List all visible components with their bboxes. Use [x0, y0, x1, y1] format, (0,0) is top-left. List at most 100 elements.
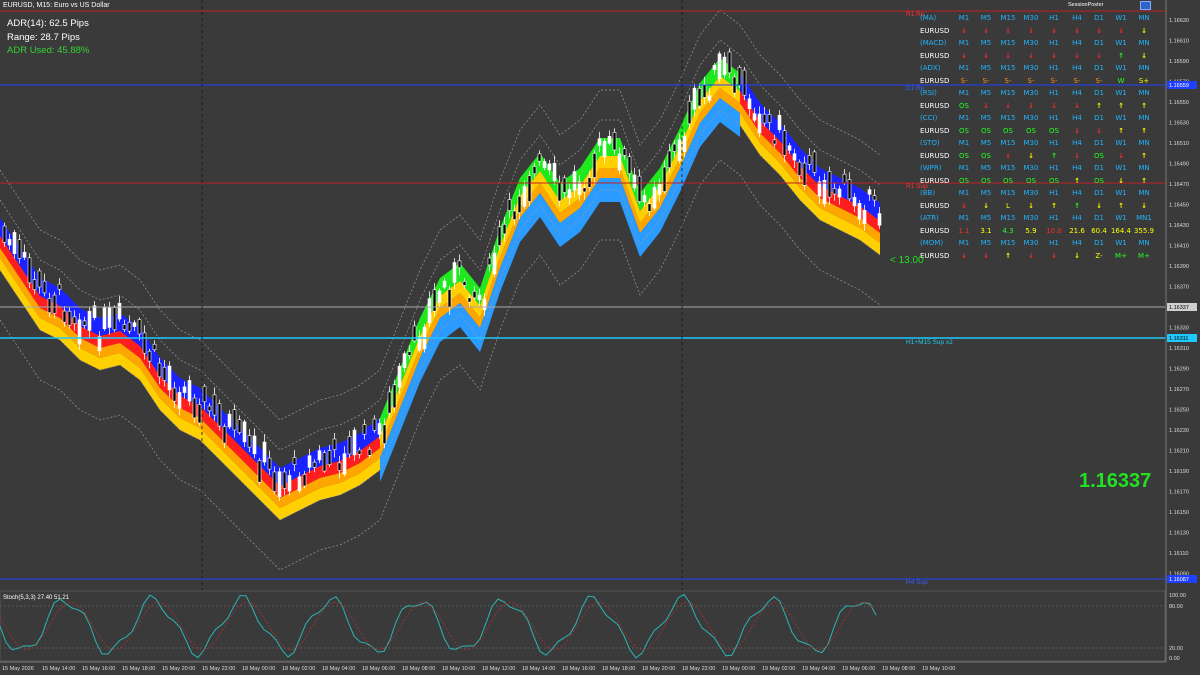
- candle-body: [632, 174, 637, 189]
- candle-body: [197, 404, 202, 424]
- candle-body: [297, 476, 302, 491]
- up-arrow-icon: ↑: [1141, 151, 1147, 160]
- candle-body: [352, 429, 357, 456]
- time-tick: 18 May 04:00: [322, 666, 355, 672]
- candle-body: [77, 319, 82, 345]
- candle-body: [637, 175, 642, 202]
- candle-body: [577, 181, 582, 195]
- candle-body: [532, 166, 537, 175]
- dashboard-value: M+: [1138, 251, 1150, 260]
- price-tick: 1.16510: [1169, 141, 1189, 147]
- candle-body: [167, 365, 172, 391]
- time-tick: 18 May 10:00: [442, 666, 475, 672]
- time-tick: 18 May 06:00: [362, 666, 395, 672]
- candle-body: [227, 413, 232, 428]
- adr-used: ADR Used: 45.88%: [7, 45, 90, 56]
- candle-body: [12, 232, 17, 254]
- adr-value: ADR(14): 62.5 Pips: [7, 18, 89, 29]
- time-tick: 18 May 22:00: [682, 666, 715, 672]
- candle-body: [567, 189, 572, 199]
- candle-body: [737, 67, 742, 86]
- candle-body: [657, 184, 662, 195]
- candle-body: [17, 239, 22, 259]
- candle-body: [472, 290, 477, 299]
- osc-tick: 100.00: [1169, 593, 1186, 599]
- candle-body: [717, 53, 722, 80]
- candle-body: [752, 113, 757, 121]
- time-tick: 19 May 10:00: [922, 666, 955, 672]
- time-tick: 18 May 20:00: [642, 666, 675, 672]
- candle-body: [377, 423, 382, 435]
- time-tick: 19 May 00:00: [722, 666, 755, 672]
- candle-body: [27, 257, 32, 284]
- candle-body: [777, 114, 782, 131]
- candle-body: [817, 181, 822, 197]
- candle-body: [242, 421, 247, 443]
- price-tick: 1.16590: [1169, 59, 1189, 65]
- session-poster-button[interactable]: [1140, 1, 1151, 10]
- dashboard-timeframe-mn: MN: [1138, 189, 1150, 197]
- candle-body: [402, 353, 407, 368]
- candle-body: [7, 239, 12, 246]
- candle-body: [497, 226, 502, 246]
- candle-body: [332, 438, 337, 451]
- candle-body: [432, 289, 437, 312]
- candle-body: [522, 185, 527, 207]
- candle-body: [67, 310, 72, 326]
- oscillator-pane: [0, 590, 1166, 662]
- price-tick: 1.16310: [1169, 346, 1189, 352]
- candle-body: [122, 324, 127, 330]
- candle-body: [72, 316, 77, 325]
- up-arrow-icon: ↑: [1141, 176, 1147, 185]
- adr-range: Range: 28.7 Pips: [7, 32, 80, 43]
- candle-body: [612, 131, 617, 151]
- candle-body: [217, 403, 222, 427]
- candle-body: [47, 298, 52, 314]
- candle-body: [292, 457, 297, 465]
- candle-body: [302, 474, 307, 487]
- dashboard-timeframe-mn: MN: [1138, 14, 1150, 22]
- candle-body: [192, 397, 197, 419]
- time-tick: 15 May 14:00: [42, 666, 75, 672]
- candle-body: [842, 173, 847, 184]
- candle-body: [792, 153, 797, 161]
- cyan-level-tag: 1.16311: [1169, 336, 1188, 342]
- price-tick: 1.16390: [1169, 264, 1189, 270]
- candle-body: [832, 188, 837, 195]
- level-label-cyan: H1+M15 Sup x2: [906, 339, 953, 346]
- price-tick: 1.16610: [1169, 39, 1189, 45]
- candle-body: [607, 136, 612, 144]
- candle-body: [847, 179, 852, 200]
- candle-body: [442, 280, 447, 288]
- candle-body: [152, 343, 157, 351]
- candle-body: [807, 155, 812, 165]
- candle-body: [42, 280, 47, 294]
- candle-body: [327, 450, 332, 465]
- candle-body: [457, 260, 462, 269]
- candle-body: [362, 424, 367, 435]
- candle-body: [397, 365, 402, 388]
- candle-body: [527, 175, 532, 202]
- candle-body: [212, 394, 217, 416]
- up-arrow-icon: ↑: [1141, 126, 1147, 135]
- candle-body: [872, 195, 877, 201]
- candle-body: [157, 362, 162, 378]
- candle-body: [502, 224, 507, 235]
- candle-body: [172, 387, 177, 402]
- signal-badge: < 13.00: [890, 255, 924, 266]
- candle-body: [87, 310, 92, 331]
- candle-body: [2, 225, 7, 243]
- candle-body: [677, 139, 682, 162]
- time-tick: 18 May 18:00: [602, 666, 635, 672]
- dashboard-timeframe-mn: MN1: [1136, 214, 1152, 222]
- oscillator-layer: [0, 590, 1166, 662]
- price-tick: 1.16370: [1169, 285, 1189, 291]
- candle-body: [112, 307, 117, 331]
- time-tick: 15 May 20:00: [162, 666, 195, 672]
- candle-body: [757, 113, 762, 134]
- candle-body: [372, 418, 377, 431]
- candle-body: [127, 321, 132, 332]
- candle-body: [417, 336, 422, 351]
- candle-body: [102, 306, 107, 330]
- candle-body: [572, 171, 577, 191]
